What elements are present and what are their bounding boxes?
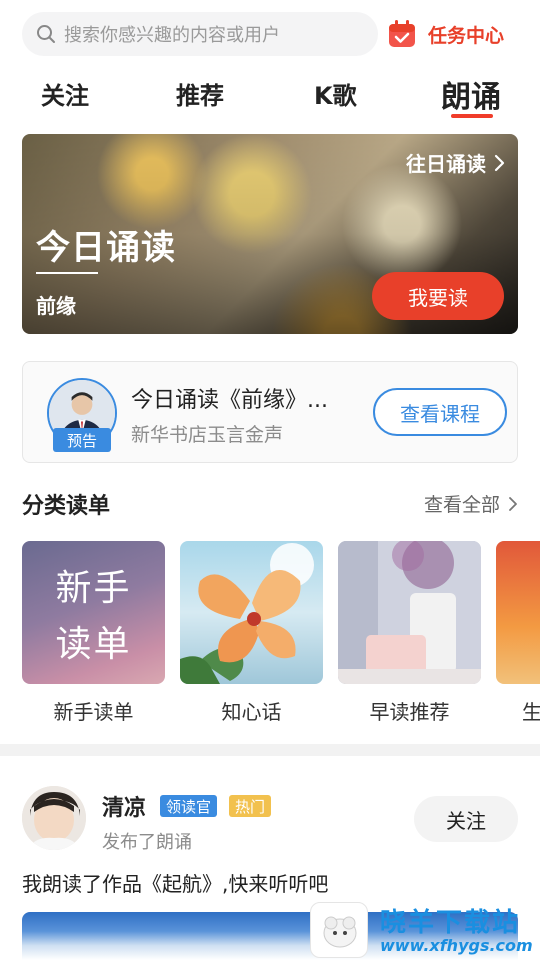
follow-button[interactable]: 关注 bbox=[414, 796, 518, 842]
see-all-label: 查看全部 bbox=[423, 494, 500, 516]
preview-card[interactable]: 预告 今日诵读《前缘》... 新华书店玉言金声 查看课程 bbox=[22, 361, 518, 463]
past-readings-link[interactable]: 往日诵读 bbox=[406, 148, 506, 177]
vase-still-life-image bbox=[338, 541, 481, 684]
chevron-right-icon bbox=[509, 496, 517, 511]
sheep-logo-icon bbox=[310, 902, 368, 958]
banner-title: 今日诵读 bbox=[36, 228, 176, 268]
section-divider bbox=[0, 744, 540, 756]
past-readings-label: 往日诵读 bbox=[406, 152, 486, 176]
active-tab-indicator bbox=[451, 114, 493, 118]
child-avatar-icon bbox=[22, 786, 86, 850]
hot-tag: 热门 bbox=[229, 795, 272, 817]
thumb-text-line1: 新手 bbox=[55, 568, 132, 609]
search-icon bbox=[37, 25, 55, 43]
search-bar[interactable]: 搜索你感兴趣的内容或用户 bbox=[22, 12, 378, 56]
task-center-button[interactable]: 任务中心 bbox=[386, 16, 504, 52]
category-label: 早读推荐 bbox=[369, 700, 450, 724]
category-card-partial[interactable]: 生 bbox=[496, 541, 540, 725]
site-watermark: 晓羊下载站 www.xfhygs.com bbox=[310, 900, 540, 960]
category-carousel[interactable]: 新手 读单 新手读单 知心话 早读推荐 生 bbox=[22, 541, 540, 731]
watermark-name: 晓羊下载站 bbox=[380, 908, 521, 938]
tab-karaoke[interactable]: K歌 bbox=[314, 76, 357, 111]
category-card-novice[interactable]: 新手 读单 新手读单 bbox=[22, 541, 165, 725]
category-tabs: 关注 推荐 K歌 朗诵 bbox=[0, 72, 540, 122]
category-section-header: 分类读单 查看全部 bbox=[22, 488, 518, 520]
category-thumb: 新手 读单 bbox=[22, 541, 165, 684]
tab-recitation[interactable]: 朗诵 bbox=[441, 72, 501, 116]
see-all-link[interactable]: 查看全部 bbox=[424, 490, 518, 517]
category-label: 生 bbox=[522, 700, 540, 724]
hibiscus-flower-image bbox=[180, 543, 314, 684]
reader-tag: 领读官 bbox=[160, 795, 218, 817]
banner-divider bbox=[36, 272, 98, 274]
category-label: 知心话 bbox=[221, 700, 282, 724]
category-label: 新手读单 bbox=[53, 700, 134, 724]
user-avatar[interactable] bbox=[22, 786, 86, 850]
preview-badge: 预告 bbox=[53, 428, 111, 452]
category-card-heart-talk[interactable]: 知心话 bbox=[180, 541, 323, 725]
category-thumb bbox=[180, 541, 323, 684]
category-thumb bbox=[338, 541, 481, 684]
tab-follow[interactable]: 关注 bbox=[41, 76, 89, 111]
watermark-url: www.xfhygs.com bbox=[380, 936, 533, 955]
user-name[interactable]: 清凉 bbox=[102, 790, 146, 822]
read-now-button[interactable]: 我要读 bbox=[372, 272, 504, 320]
calendar-check-icon bbox=[389, 20, 415, 47]
post-action-text: 发布了朗诵 bbox=[102, 832, 192, 853]
top-bar: 搜索你感兴趣的内容或用户 任务中心 bbox=[0, 0, 540, 66]
post-text[interactable]: 我朗读了作品《起航》,快来听听吧 bbox=[22, 868, 328, 897]
category-thumb bbox=[496, 541, 540, 684]
task-center-label: 任务中心 bbox=[428, 24, 505, 47]
chevron-right-icon bbox=[494, 154, 505, 171]
preview-subtitle: 新华书店玉言金声 bbox=[131, 424, 284, 446]
banner-subtitle: 前缘 bbox=[36, 294, 76, 318]
search-placeholder: 搜索你感兴趣的内容或用户 bbox=[64, 25, 280, 46]
thumb-text-line2: 读单 bbox=[55, 624, 132, 665]
category-card-morning[interactable]: 早读推荐 bbox=[338, 541, 481, 725]
daily-reading-banner[interactable]: 往日诵读 今日诵读 前缘 我要读 bbox=[22, 134, 518, 334]
view-course-button[interactable]: 查看课程 bbox=[373, 388, 507, 436]
section-title: 分类读单 bbox=[22, 494, 111, 519]
tab-recommend[interactable]: 推荐 bbox=[176, 76, 224, 111]
preview-title: 今日诵读《前缘》... bbox=[131, 388, 328, 413]
